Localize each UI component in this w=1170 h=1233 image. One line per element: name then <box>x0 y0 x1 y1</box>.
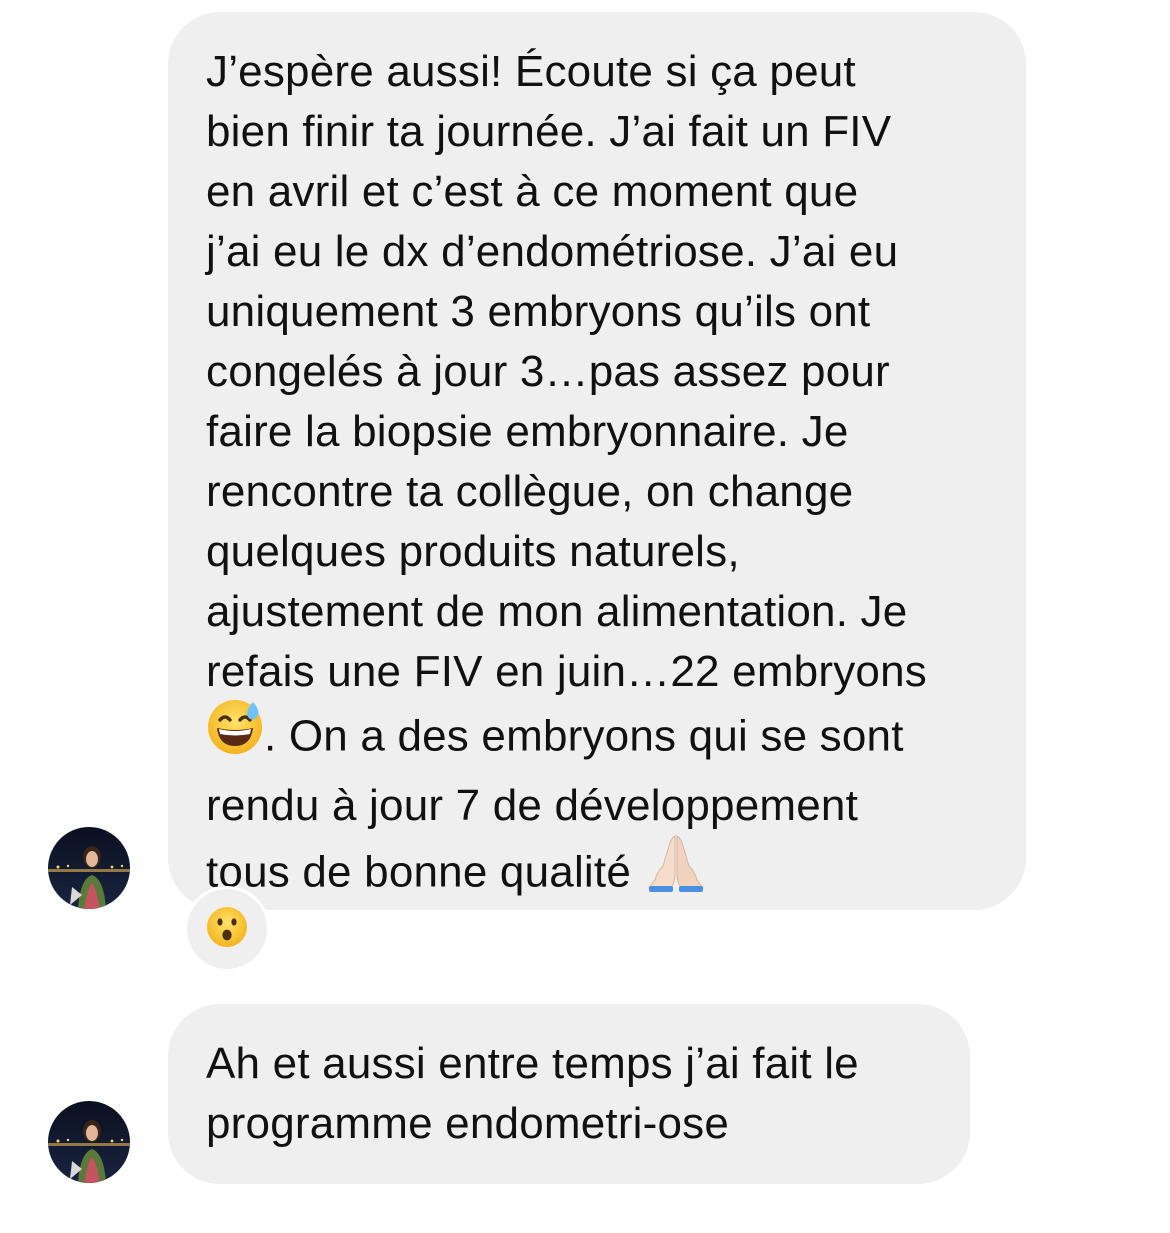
message-line-with-emoji: . On a des embryons qui se sont <box>206 700 988 776</box>
message-line: J’espère aussi! Écoute si ça peut <box>206 47 856 96</box>
message-line-with-emoji: tous de bonne qualité <box>206 835 988 914</box>
message-line: quelques produits naturels, <box>206 527 740 576</box>
message-bubble[interactable]: Ah et aussi entre temps j’ai fait le pro… <box>168 1004 970 1184</box>
avatar[interactable] <box>48 1101 130 1183</box>
message-line: refais une FIV en juin…22 embryons <box>206 647 927 696</box>
message-line: bien finir ta journée. J’ai fait un FIV <box>206 107 892 156</box>
message-line: Ah et aussi entre temps j’ai fait le <box>206 1039 859 1088</box>
surprised-face-emoji <box>205 905 249 954</box>
avatar[interactable] <box>48 827 130 909</box>
message-line: uniquement 3 embryons qu’ils ont <box>206 287 871 336</box>
message-line: tous de bonne qualité <box>206 847 631 897</box>
message-line: rencontre ta collègue, on change <box>206 467 854 516</box>
message-reaction[interactable] <box>184 886 270 972</box>
message-line: congelés à jour 3…pas assez pour <box>206 347 890 396</box>
message-line: rendu à jour 7 de développement <box>206 781 858 830</box>
message-line: ajustement de mon alimentation. Je <box>206 587 908 636</box>
message-line: programme endometri-ose <box>206 1099 730 1148</box>
folded-hands-emoji <box>645 832 707 910</box>
message-line: j’ai eu le dx d’endométriose. J’ai eu <box>206 227 899 276</box>
grinning-sweat-emoji <box>206 698 264 772</box>
message-line: . On a des embryons qui se sont <box>264 711 904 761</box>
message-line: faire la biopsie embryonnaire. Je <box>206 407 849 456</box>
message-line: en avril et c’est à ce moment que <box>206 167 859 216</box>
message-bubble[interactable]: J’espère aussi! Écoute si ça peut bien f… <box>168 12 1026 910</box>
